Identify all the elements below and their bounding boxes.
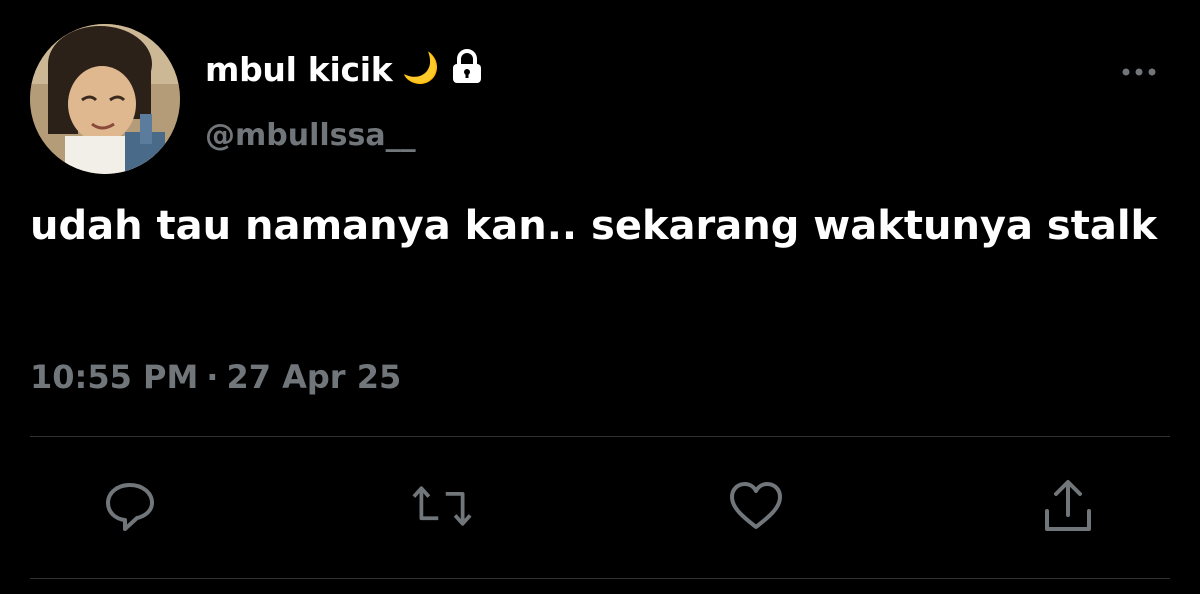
tweet-detail: mbul kicik 🌙 @mbullssa__ udah tau namany… [0,0,1200,594]
retweet-icon [412,486,472,526]
bottom-divider [30,578,1170,579]
reply-icon [106,483,154,531]
tweet-time: 10:55 PM [30,358,199,396]
timestamp-separator: · [206,358,219,396]
display-name[interactable]: mbul kicik [205,50,393,89]
tweet-date: 27 Apr 25 [226,358,402,396]
divider [30,436,1170,437]
share-icon [1045,480,1091,531]
display-name-row: mbul kicik 🌙 [205,46,484,92]
avatar-photo [30,24,180,174]
like-icon [730,482,782,529]
share-button[interactable] [1038,476,1098,536]
lock-icon [450,49,484,89]
moon-icon: 🌙 [402,51,440,86]
avatar[interactable] [30,24,180,174]
tweet-timestamp[interactable]: 10:55 PM · 27 Apr 25 [30,358,401,396]
tweet-actions [0,470,1200,550]
more-icon [1122,68,1156,76]
more-options-button[interactable] [1118,62,1160,82]
reply-button[interactable] [100,476,160,536]
user-handle[interactable]: @mbullssa__ [205,118,416,153]
like-button[interactable] [726,476,786,536]
tweet-text: udah tau namanya kan.. sekarang waktunya… [30,203,1158,249]
retweet-button[interactable] [412,476,472,536]
